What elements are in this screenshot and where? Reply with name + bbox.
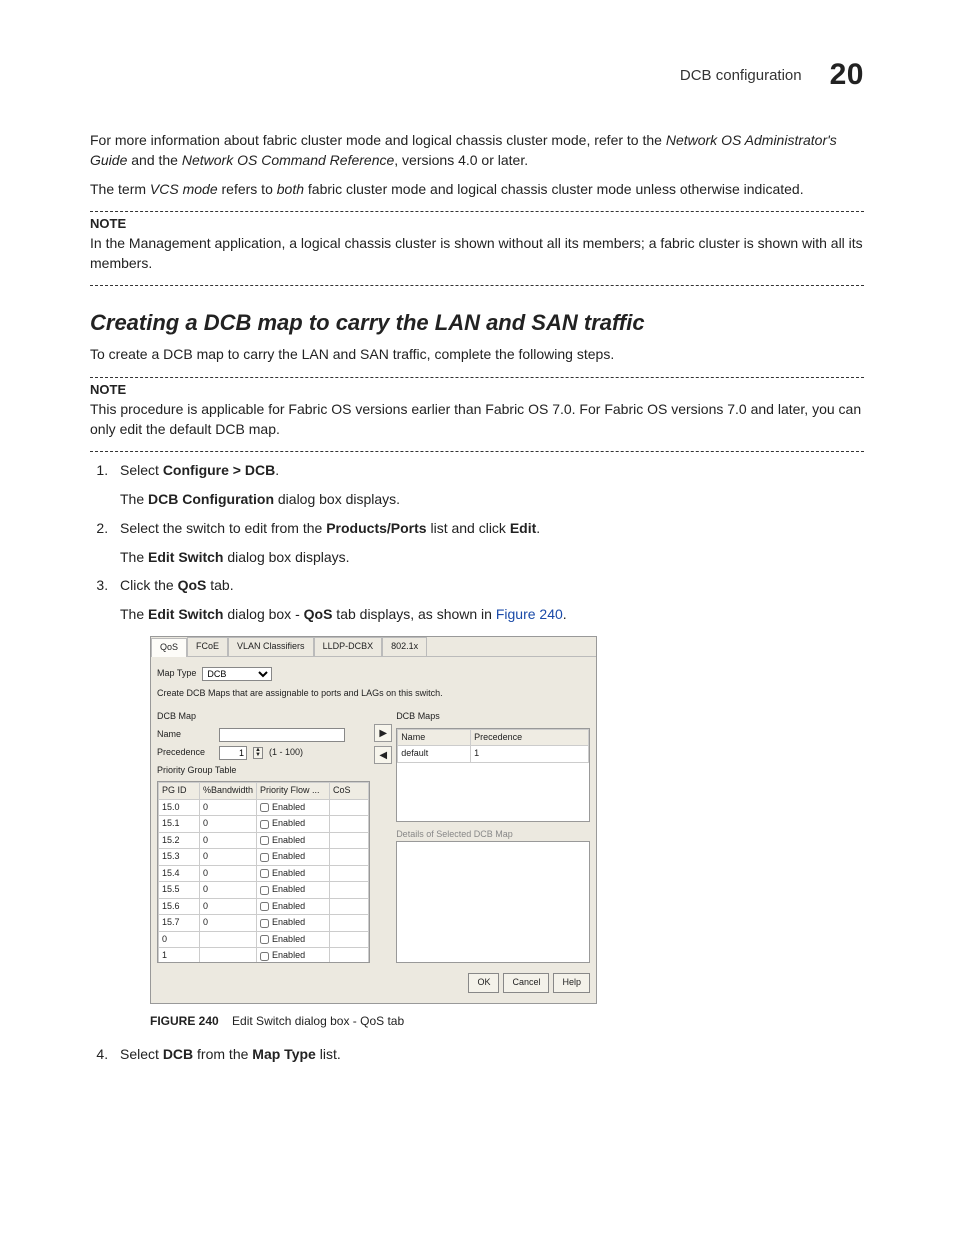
details-label: Details of Selected DCB Map — [396, 828, 590, 842]
tab-fcoe[interactable]: FCoE — [187, 637, 228, 656]
precedence-label: Precedence — [157, 746, 213, 760]
dialog-tabs: QoS FCoE VLAN Classifiers LLDP-DCBX 802.… — [151, 637, 596, 657]
table-row[interactable]: 1Enabled — [159, 948, 369, 964]
move-right-button[interactable]: ▶ — [374, 724, 392, 742]
details-box — [396, 841, 590, 963]
paragraph-intro2: The term VCS mode refers to both fabric … — [90, 179, 864, 199]
pg-col-pgid[interactable]: PG ID — [159, 783, 200, 800]
dialog-panels: DCB Map Name Precedence ▲ — [157, 706, 590, 963]
left-panel-title: DCB Map — [157, 710, 370, 724]
maps-col-name[interactable]: Name — [398, 729, 471, 746]
map-type-label: Map Type — [157, 667, 196, 681]
pf-checkbox[interactable] — [260, 836, 269, 845]
precedence-range: (1 - 100) — [269, 746, 303, 760]
tab-vlan-classifiers[interactable]: VLAN Classifiers — [228, 637, 314, 656]
pf-checkbox[interactable] — [260, 803, 269, 812]
figure-caption: FIGURE 240 Edit Switch dialog box - QoS … — [150, 1012, 864, 1030]
header-title: DCB configuration — [680, 67, 802, 84]
table-row[interactable]: 15.70Enabled — [159, 915, 369, 932]
chevron-left-icon: ◀ — [379, 748, 387, 763]
table-row[interactable]: 15.40Enabled — [159, 865, 369, 882]
steps-list: Select Configure > DCB. The DCB Configur… — [90, 460, 864, 1064]
step-2-sub: The Edit Switch dialog box displays. — [120, 547, 864, 567]
pf-checkbox[interactable] — [260, 902, 269, 911]
dcb-maps-table: Name Precedence default 1 — [397, 729, 589, 763]
precedence-field[interactable] — [219, 746, 247, 760]
pg-col-pf[interactable]: Priority Flow ... — [257, 783, 330, 800]
section-intro: To create a DCB map to carry the LAN and… — [90, 344, 864, 364]
table-row[interactable]: 0Enabled — [159, 931, 369, 948]
note-text: In the Management application, a logical… — [90, 233, 864, 274]
pf-checkbox[interactable] — [260, 935, 269, 944]
page-header: DCB configuration 20 — [680, 58, 864, 92]
pg-col-cos[interactable]: CoS — [330, 783, 369, 800]
step-2: Select the switch to edit from the Produ… — [112, 518, 864, 567]
name-label: Name — [157, 728, 213, 742]
step-3: Click the QoS tab. The Edit Switch dialo… — [112, 575, 864, 1030]
pf-checkbox[interactable] — [260, 886, 269, 895]
panel-right: DCB Maps Name Precedence — [396, 706, 590, 963]
map-type-row: Map Type DCB — [157, 667, 590, 681]
content: For more information about fabric cluste… — [90, 130, 864, 1065]
help-button[interactable]: Help — [553, 973, 590, 993]
map-type-select[interactable]: DCB — [202, 667, 272, 681]
arrow-column: ▶ ◀ — [374, 706, 392, 963]
spin-down-icon[interactable]: ▼ — [254, 753, 262, 758]
pg-table-title: Priority Group Table — [157, 764, 370, 778]
precedence-row: Precedence ▲ ▼ (1 - 100) — [157, 746, 370, 760]
maps-header-row: Name Precedence — [398, 729, 589, 746]
pg-header-row: PG ID %Bandwidth Priority Flow ... CoS — [159, 783, 369, 800]
table-row[interactable]: 15.20Enabled — [159, 832, 369, 849]
table-row[interactable]: 15.10Enabled — [159, 816, 369, 833]
ok-button[interactable]: OK — [468, 973, 499, 993]
table-row[interactable]: 15.00Enabled — [159, 799, 369, 816]
pf-checkbox[interactable] — [260, 869, 269, 878]
figure-link[interactable]: Figure 240 — [496, 606, 563, 622]
maps-col-prec[interactable]: Precedence — [471, 729, 589, 746]
dcb-maps-box: Name Precedence default 1 — [396, 728, 590, 822]
chevron-right-icon: ▶ — [379, 726, 387, 741]
dialog-desc: Create DCB Maps that are assignable to p… — [157, 687, 590, 701]
pg-table: PG ID %Bandwidth Priority Flow ... CoS 1… — [158, 782, 369, 963]
step-3-sub: The Edit Switch dialog box - QoS tab dis… — [120, 604, 864, 624]
right-panel-title: DCB Maps — [396, 710, 590, 724]
tab-8021x[interactable]: 802.1x — [382, 637, 427, 656]
table-row[interactable]: default 1 — [398, 746, 589, 763]
note-label: NOTE — [90, 216, 864, 231]
dialog-footer: OK Cancel Help — [157, 973, 590, 993]
cancel-button[interactable]: Cancel — [503, 973, 549, 993]
step-1: Select Configure > DCB. The DCB Configur… — [112, 460, 864, 509]
table-row[interactable]: 15.60Enabled — [159, 898, 369, 915]
paragraph-intro1: For more information about fabric cluste… — [90, 130, 864, 171]
precedence-spinner[interactable]: ▲ ▼ — [253, 747, 263, 759]
panel-left: DCB Map Name Precedence ▲ — [157, 706, 370, 963]
section-heading: Creating a DCB map to carry the LAN and … — [90, 310, 864, 336]
note-divider-bottom — [90, 285, 864, 286]
step-4: Select DCB from the Map Type list. — [112, 1044, 864, 1065]
chapter-number: 20 — [830, 58, 864, 92]
note2-divider-bottom — [90, 451, 864, 452]
dialog-body: Map Type DCB Create DCB Maps that are as… — [151, 657, 596, 1003]
pf-checkbox[interactable] — [260, 919, 269, 928]
name-field[interactable] — [219, 728, 345, 742]
name-row: Name — [157, 728, 370, 742]
note2-text: This procedure is applicable for Fabric … — [90, 399, 864, 440]
step-1-sub: The DCB Configuration dialog box display… — [120, 489, 864, 509]
tab-qos[interactable]: QoS — [151, 638, 187, 657]
note2-label: NOTE — [90, 382, 864, 397]
note2-divider-top — [90, 377, 864, 378]
edit-switch-dialog: QoS FCoE VLAN Classifiers LLDP-DCBX 802.… — [150, 636, 597, 1004]
move-left-button[interactable]: ◀ — [374, 746, 392, 764]
pf-checkbox[interactable] — [260, 952, 269, 961]
tab-lldp-dcbx[interactable]: LLDP-DCBX — [314, 637, 383, 656]
table-row[interactable]: 15.30Enabled — [159, 849, 369, 866]
note-divider-top — [90, 211, 864, 212]
page: DCB configuration 20 For more informatio… — [0, 0, 954, 1235]
pg-col-bw[interactable]: %Bandwidth — [200, 783, 257, 800]
pf-checkbox[interactable] — [260, 853, 269, 862]
table-row[interactable]: 15.50Enabled — [159, 882, 369, 899]
pg-table-box: PG ID %Bandwidth Priority Flow ... CoS 1… — [157, 781, 370, 963]
pf-checkbox[interactable] — [260, 820, 269, 829]
